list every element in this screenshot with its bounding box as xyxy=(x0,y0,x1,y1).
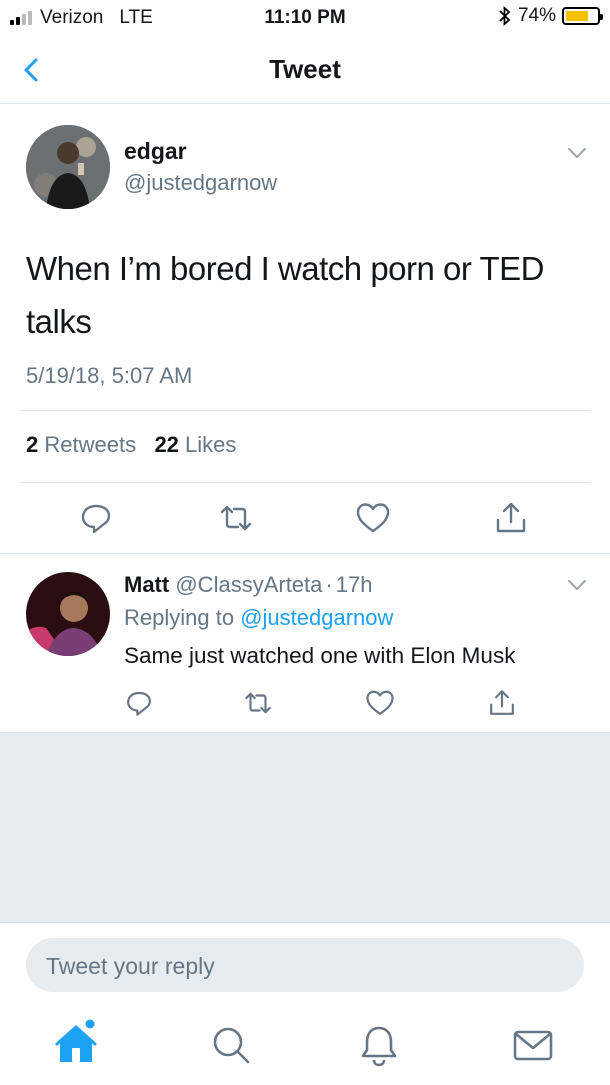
status-right: 74% xyxy=(498,5,603,27)
tab-home[interactable] xyxy=(52,1018,104,1070)
reply-icon[interactable] xyxy=(124,688,154,718)
chevron-down-icon[interactable] xyxy=(566,146,588,160)
avatar-image xyxy=(26,572,110,656)
reply-icon[interactable] xyxy=(78,500,114,536)
messages-icon[interactable] xyxy=(510,1022,556,1068)
bluetooth-icon xyxy=(499,6,511,26)
likes-count[interactable]: 22 xyxy=(154,432,178,457)
chevron-down-icon[interactable] xyxy=(566,578,588,592)
tweet-timestamp: 5/19/18, 5:07 AM xyxy=(26,363,193,388)
replying-prefix: Replying to xyxy=(124,605,235,630)
like-icon[interactable] xyxy=(365,688,395,718)
avatar-image xyxy=(26,125,110,209)
page-title: Tweet xyxy=(269,54,341,84)
battery-percent: 74% xyxy=(517,5,556,26)
author-handle[interactable]: @justedgarnow xyxy=(124,170,277,196)
retweet-icon[interactable] xyxy=(243,688,273,718)
replying-to: Replying to @justedgarnow xyxy=(124,605,393,631)
home-icon xyxy=(55,1019,97,1062)
battery-icon xyxy=(562,7,603,25)
divider xyxy=(0,553,610,554)
notifications-icon[interactable] xyxy=(356,1022,402,1068)
replying-handle[interactable]: @justedgarnow xyxy=(240,605,393,630)
tweet-text: When I’m bored I watch porn or TED talks xyxy=(26,250,544,340)
share-icon[interactable] xyxy=(487,688,517,718)
like-icon[interactable] xyxy=(355,500,391,536)
author-avatar[interactable] xyxy=(26,125,110,209)
reply-age: 17h xyxy=(335,572,373,597)
retweets-label[interactable]: Retweets xyxy=(44,432,136,457)
reply-composer-input[interactable]: Tweet your reply xyxy=(26,938,584,992)
empty-area xyxy=(0,732,610,923)
composer-placeholder: Tweet your reply xyxy=(46,953,215,979)
divider xyxy=(20,482,590,483)
divider xyxy=(20,410,590,411)
likes-label[interactable]: Likes xyxy=(185,432,236,457)
retweet-icon[interactable] xyxy=(218,500,254,536)
retweets-count[interactable]: 2 xyxy=(26,432,38,457)
tweet-stats: 2 Retweets 22 Likes xyxy=(26,432,236,458)
reply-header: Matt @ClassyArteta · 17h xyxy=(124,572,372,598)
author-name[interactable]: edgar xyxy=(124,138,187,165)
search-icon[interactable] xyxy=(208,1022,254,1068)
reply-author-avatar[interactable] xyxy=(26,572,110,656)
reply-author-handle[interactable]: @ClassyArteta xyxy=(175,572,322,597)
navigation-bar: Tweet xyxy=(0,36,610,104)
reply-separator: · xyxy=(325,572,333,597)
status-bar: Verizon LTE 11:10 PM 74% xyxy=(0,0,610,36)
reply-text: Same just watched one with Elon Musk xyxy=(124,643,516,668)
share-icon[interactable] xyxy=(493,500,529,536)
reply-author-name[interactable]: Matt xyxy=(124,572,169,597)
